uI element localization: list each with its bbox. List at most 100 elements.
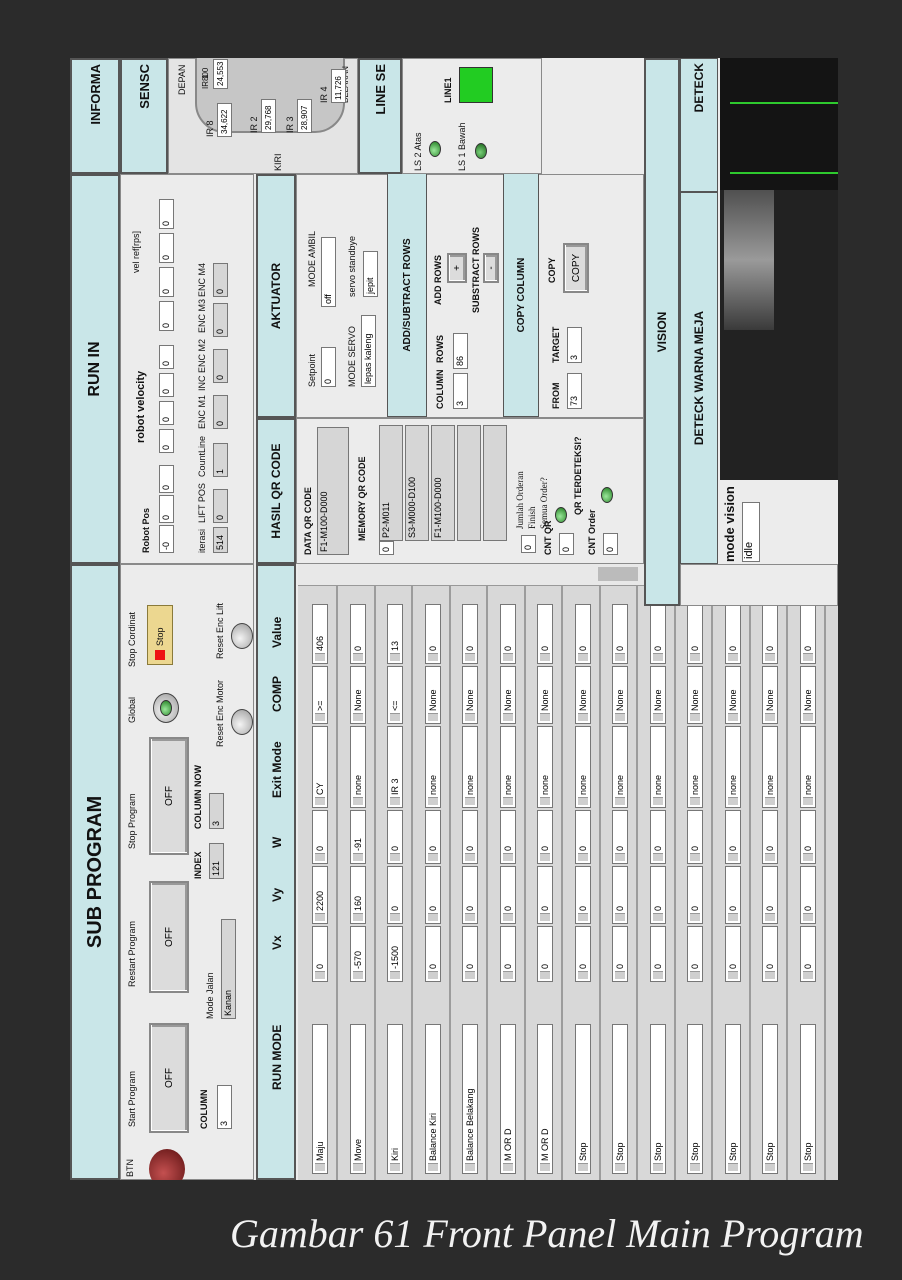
exit-mode-cell[interactable]: none <box>574 726 591 808</box>
run-mode-cell[interactable]: M OR D <box>499 1024 516 1174</box>
vy-cell[interactable]: 0 <box>724 866 741 924</box>
comp-cell[interactable]: None <box>724 666 741 724</box>
target-input[interactable]: 3 <box>567 327 582 363</box>
vx-cell[interactable]: 0 <box>612 926 628 982</box>
comp-cell[interactable]: <= <box>387 666 403 724</box>
run-mode-cell[interactable]: Stop <box>612 1024 628 1174</box>
exit-mode-cell[interactable]: none <box>499 726 516 808</box>
table-scroll-thumb[interactable] <box>598 567 638 581</box>
vx-cell[interactable]: 0 <box>537 926 553 982</box>
add-rows-button[interactable]: + <box>447 253 467 283</box>
value-cell[interactable]: 0 <box>724 604 741 664</box>
value-cell[interactable]: 0 <box>574 604 591 664</box>
comp-cell[interactable]: None <box>612 666 628 724</box>
copy-button[interactable]: COPY <box>563 243 589 293</box>
vy-cell[interactable]: 0 <box>762 866 778 924</box>
value-cell[interactable]: 13 <box>387 604 403 664</box>
exit-mode-cell[interactable]: none <box>724 726 741 808</box>
vx-cell[interactable]: 0 <box>687 926 703 982</box>
w-cell[interactable]: 0 <box>537 810 553 864</box>
vy-cell[interactable]: 0 <box>687 866 703 924</box>
w-cell[interactable]: 0 <box>649 810 666 864</box>
vy-cell[interactable]: 160 <box>349 866 366 924</box>
subtract-rows-button[interactable]: - <box>483 253 499 283</box>
vx-cell[interactable]: 0 <box>499 926 516 982</box>
vx-cell[interactable]: -570 <box>349 926 366 982</box>
comp-cell[interactable]: None <box>424 666 441 724</box>
value-cell[interactable]: 0 <box>424 604 441 664</box>
w-cell[interactable]: 0 <box>724 810 741 864</box>
column-input[interactable]: 3 <box>453 373 468 409</box>
vy-cell[interactable]: 0 <box>537 866 553 924</box>
w-cell[interactable]: 0 <box>799 810 816 864</box>
btn-round-button[interactable] <box>149 1149 185 1180</box>
w-cell[interactable]: -91 <box>349 810 366 864</box>
value-cell[interactable]: 0 <box>799 604 816 664</box>
vx-cell[interactable]: 0 <box>799 926 816 982</box>
run-mode-cell[interactable]: Move <box>349 1024 366 1174</box>
comp-cell[interactable]: None <box>649 666 666 724</box>
exit-mode-cell[interactable]: none <box>687 726 703 808</box>
exit-mode-cell[interactable]: none <box>462 726 478 808</box>
w-cell[interactable]: 0 <box>424 810 441 864</box>
exit-mode-cell[interactable]: CY <box>312 726 328 808</box>
w-cell[interactable]: 0 <box>612 810 628 864</box>
value-cell[interactable]: 0 <box>349 604 366 664</box>
vx-cell[interactable]: 0 <box>462 926 478 982</box>
exit-mode-cell[interactable]: none <box>762 726 778 808</box>
exit-mode-cell[interactable]: none <box>649 726 666 808</box>
comp-cell[interactable]: None <box>799 666 816 724</box>
run-mode-cell[interactable]: Stop <box>649 1024 666 1174</box>
comp-cell[interactable]: None <box>537 666 553 724</box>
comp-cell[interactable]: None <box>687 666 703 724</box>
reset-enc-motor-toggle[interactable] <box>231 709 253 735</box>
vel-ref-4[interactable]: 0 <box>159 199 174 229</box>
run-mode-cell[interactable]: Maju <box>312 1024 328 1174</box>
setpoint-input[interactable]: 0 <box>321 347 336 387</box>
comp-cell[interactable]: None <box>574 666 591 724</box>
run-mode-cell[interactable]: Stop <box>762 1024 778 1174</box>
comp-cell[interactable]: None <box>349 666 366 724</box>
run-mode-cell[interactable]: Stop <box>724 1024 741 1174</box>
memory-qr-index[interactable]: 0 <box>379 541 394 555</box>
value-cell[interactable]: 0 <box>499 604 516 664</box>
run-mode-cell[interactable]: Stop <box>687 1024 703 1174</box>
mode-ambil-select[interactable]: off <box>321 237 336 307</box>
stop-program-button[interactable]: OFF <box>149 737 189 855</box>
run-mode-cell[interactable]: M OR D <box>537 1024 553 1174</box>
run-mode-cell[interactable]: Balance Kiri <box>424 1024 441 1174</box>
vy-cell[interactable]: 0 <box>799 866 816 924</box>
vy-cell[interactable]: 0 <box>574 866 591 924</box>
stop-cordinat-button[interactable]: Stop <box>147 605 173 665</box>
vx-cell[interactable]: 0 <box>312 926 328 982</box>
reset-enc-lift-toggle[interactable] <box>231 623 253 649</box>
vy-cell[interactable]: 0 <box>612 866 628 924</box>
from-input[interactable]: 73 <box>567 373 582 409</box>
vy-cell[interactable]: 0 <box>649 866 666 924</box>
servo-standbye-select[interactable]: jepit <box>363 251 378 297</box>
exit-mode-cell[interactable]: none <box>349 726 366 808</box>
mode-servo-select[interactable]: lepas kaleng <box>361 315 376 387</box>
vy-cell[interactable]: 0 <box>387 866 403 924</box>
w-cell[interactable]: 0 <box>462 810 478 864</box>
vx-cell[interactable]: -1500 <box>387 926 403 982</box>
w-cell[interactable]: 0 <box>387 810 403 864</box>
value-cell[interactable]: 406 <box>312 604 328 664</box>
vx-cell[interactable]: 0 <box>649 926 666 982</box>
value-cell[interactable]: 0 <box>687 604 703 664</box>
vel-ref-2[interactable]: 0 <box>159 267 174 297</box>
exit-mode-cell[interactable]: none <box>612 726 628 808</box>
comp-cell[interactable]: None <box>499 666 516 724</box>
w-cell[interactable]: 0 <box>687 810 703 864</box>
vel-ref-3[interactable]: 0 <box>159 233 174 263</box>
vx-cell[interactable]: 0 <box>724 926 741 982</box>
value-cell[interactable]: 0 <box>537 604 553 664</box>
w-cell[interactable]: 0 <box>574 810 591 864</box>
vel-ref-1[interactable]: 0 <box>159 301 174 331</box>
global-toggle[interactable] <box>153 693 179 723</box>
column-input[interactable]: 3 <box>217 1085 232 1129</box>
restart-program-button[interactable]: OFF <box>149 881 189 993</box>
vy-cell[interactable]: 2200 <box>312 866 328 924</box>
value-cell[interactable]: 0 <box>762 604 778 664</box>
vx-cell[interactable]: 0 <box>424 926 441 982</box>
